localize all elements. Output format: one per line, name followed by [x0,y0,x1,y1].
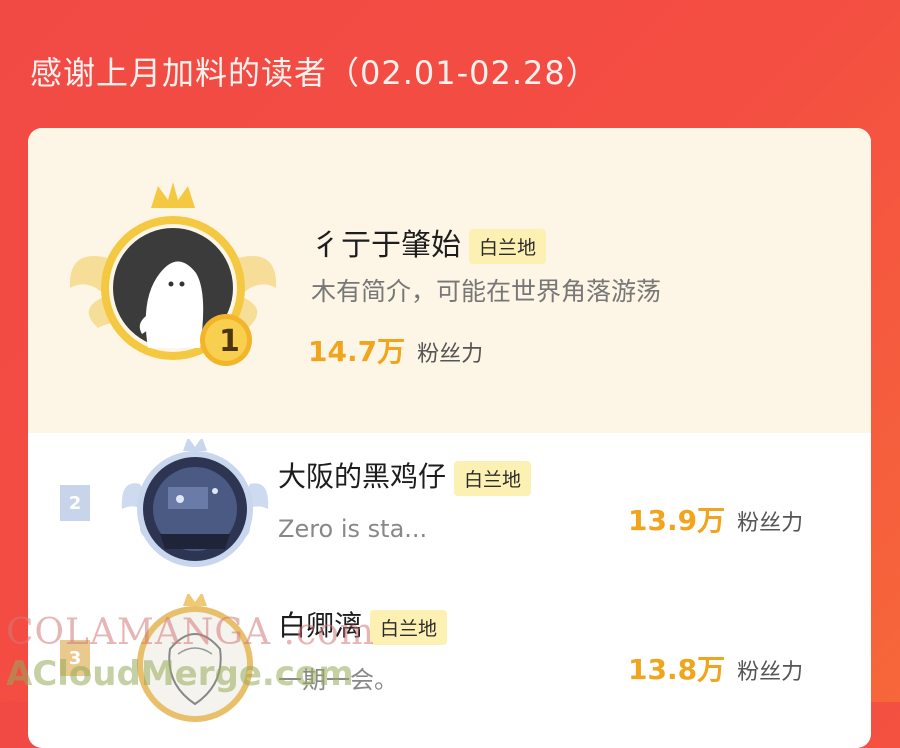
rank-1-row[interactable]: 1 彳亍于肇始 白兰地 木有简介，可能在世界角落游荡 14.7万 粉丝力 [28,128,871,433]
rank-3-desc: 一期一会。 [278,666,398,694]
rank-3-tag: 白兰地 [370,609,448,645]
rank-2-name-line: 大阪的黑鸡仔 白兰地 [278,455,532,496]
rank-1-name: 彳亍于肇始 [311,228,461,263]
rank-1-score: 14.7万 [308,335,406,368]
rank-2-score-label: 粉丝力 [737,511,804,536]
rank-1-score-line: 14.7万 粉丝力 [308,330,483,370]
rank-3-avatar-icon [137,594,253,722]
svg-text:1: 1 [219,324,240,359]
rank-1-desc: 木有简介，可能在世界角落游荡 [311,277,662,306]
rank-1-tag: 白兰地 [469,229,547,264]
rank-3-name-line: 白卿漓 白兰地 [278,604,448,645]
rank-2-score: 13.9万 [628,504,726,537]
rank-2-avatar-icon [121,439,269,567]
rank-3-score: 13.8万 [628,653,726,686]
rank-2-tag: 白兰地 [454,460,532,496]
rank-1-badge-icon: 1 [69,182,277,366]
rank-2-row[interactable]: 2 大阪的黑鸡仔 白兰地 Zero is sta... 13.9万 粉丝力 [28,433,871,583]
rank-1-score-label: 粉丝力 [417,342,484,367]
rank-2-desc: Zero is sta... [278,515,428,543]
rank-3-score-label: 粉丝力 [737,660,804,685]
rank-3-row[interactable]: 3 白卿漓 白兰地 一期一会。 13.8万 粉丝力 [28,588,871,738]
rank-3-number: 3 [60,640,90,676]
ranking-card: 1 彳亍于肇始 白兰地 木有简介，可能在世界角落游荡 14.7万 粉丝力 2 大阪的… [28,128,871,748]
rank-2-name: 大阪的黑鸡仔 [278,460,447,493]
rank-2-number: 2 [60,485,90,521]
rank-2-score-line: 13.9万 粉丝力 [628,499,803,539]
rank-3-score-line: 13.8万 粉丝力 [628,648,803,688]
rank-1-name-line: 彳亍于肇始 白兰地 [311,220,547,264]
rank-3-name: 白卿漓 [278,609,363,642]
page-title: 感谢上月加料的读者（02.01-02.28） [30,54,599,92]
